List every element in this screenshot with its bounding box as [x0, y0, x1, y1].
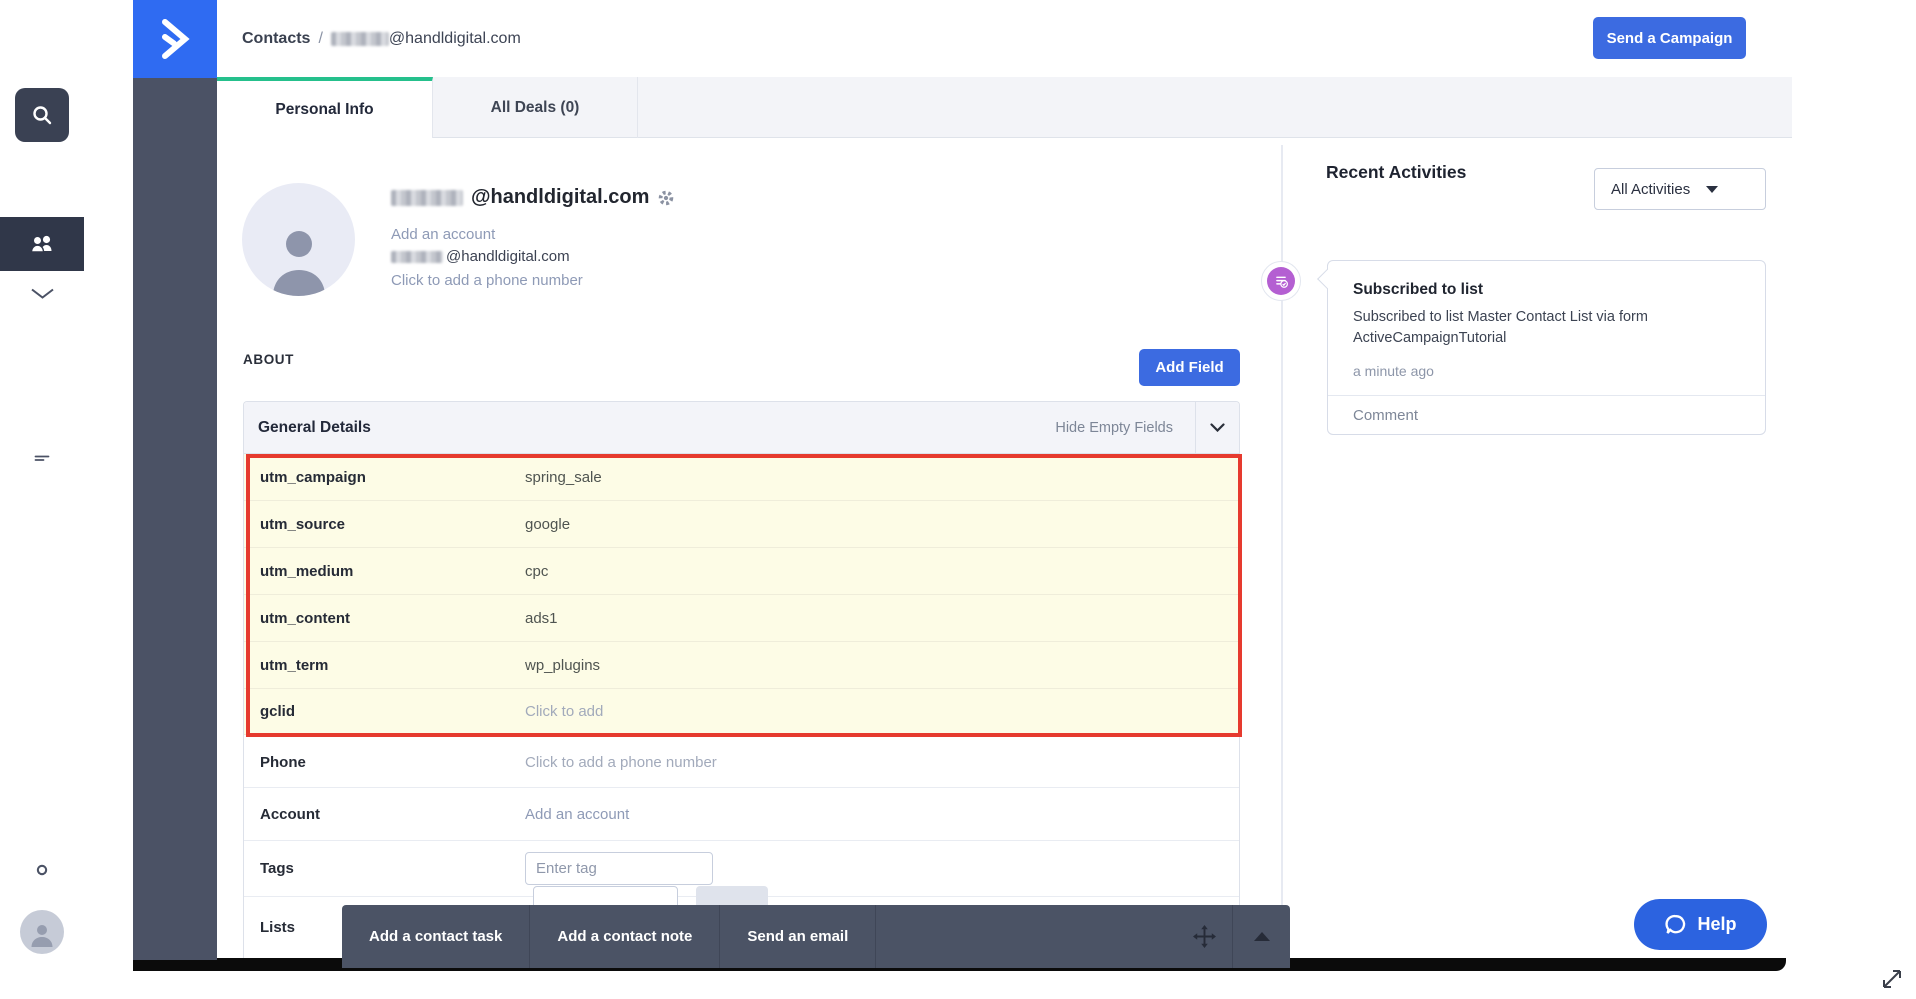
site-tracking-icon[interactable]	[0, 164, 84, 208]
add-account-link[interactable]: Add an account	[391, 226, 495, 243]
hide-empty-fields-button[interactable]: Hide Empty Fields	[1055, 420, 1173, 436]
help-label: Help	[1697, 914, 1736, 935]
search-icon[interactable]	[15, 88, 69, 142]
breadcrumb-separator: /	[318, 30, 322, 48]
collapse-action-bar-button[interactable]	[1232, 905, 1290, 968]
redacted-contact-name	[331, 32, 389, 46]
reports-icon[interactable]	[0, 659, 84, 703]
redacted-email-name	[391, 251, 443, 263]
field-value[interactable]: wp_plugins	[525, 657, 600, 674]
breadcrumb-contacts-link[interactable]: Contacts	[242, 30, 310, 48]
account-avatar[interactable]	[20, 910, 64, 954]
add-field-button[interactable]: Add Field	[1139, 349, 1240, 386]
field-label: utm_medium	[260, 563, 525, 580]
move-handle-icon[interactable]	[1176, 905, 1232, 968]
settings-gear-icon[interactable]	[0, 848, 84, 892]
redacted-contact-name	[391, 190, 463, 206]
automations-icon[interactable]	[0, 330, 84, 374]
subscribed-list-icon	[1267, 267, 1295, 295]
field-label: utm_campaign	[260, 469, 525, 486]
apps-icon[interactable]	[0, 793, 84, 837]
add-contact-task-button[interactable]: Add a contact task	[342, 905, 530, 968]
activity-comment-field[interactable]: Comment	[1328, 395, 1765, 434]
sidebar-item-contacts[interactable]	[0, 217, 84, 271]
contact-email: @handldigital.com	[391, 248, 570, 265]
field-row-account: Account Add an account	[244, 788, 1239, 841]
breadcrumb: Contacts / @handldigital.com	[242, 28, 521, 50]
deals-icon[interactable]: $	[0, 384, 84, 428]
chat-bubble-icon	[1664, 913, 1688, 937]
field-value[interactable]: cpc	[525, 563, 548, 580]
caret-down-icon	[1706, 186, 1718, 193]
campaigns-icon[interactable]	[0, 275, 84, 319]
activity-timeline-line	[1281, 145, 1283, 905]
activities-filter-dropdown[interactable]: All Activities	[1594, 168, 1766, 210]
website-icon[interactable]	[0, 605, 84, 649]
field-label: Account	[260, 806, 525, 823]
field-row-utm-campaign: utm_campaign spring_sale	[244, 454, 1239, 501]
activity-body: Subscribed to list Master Contact List v…	[1353, 307, 1713, 349]
tag-input[interactable]	[525, 852, 713, 885]
activity-type-badge	[1261, 261, 1301, 301]
about-heading: ABOUT	[243, 352, 294, 367]
contact-settings-gear-icon[interactable]	[657, 189, 675, 207]
triangle-up-icon	[1254, 932, 1270, 941]
add-phone-link[interactable]: Click to add a phone number	[391, 272, 583, 289]
general-details-header: General Details Hide Empty Fields	[244, 402, 1239, 454]
activecampaign-logo-icon[interactable]	[133, 0, 217, 78]
field-label: gclid	[260, 703, 525, 720]
contact-email-suffix: @handldigital.com	[446, 248, 570, 265]
activecampaign-contact-page: $ Contacts / @handldigital.com Send a Ca…	[0, 0, 1916, 999]
activities-filter-value: All Activities	[1611, 181, 1690, 198]
activity-card: Subscribed to list Subscribed to list Ma…	[1327, 260, 1766, 435]
contact-avatar	[242, 183, 355, 296]
lists-icon[interactable]	[0, 495, 84, 539]
tab-all-deals[interactable]: All Deals (0)	[433, 77, 638, 138]
field-label: utm_content	[260, 610, 525, 627]
field-row-utm-source: utm_source google	[244, 501, 1239, 548]
conversations-icon[interactable]	[0, 439, 84, 483]
field-row-phone: Phone Click to add a phone number	[244, 737, 1239, 788]
panel-title: General Details	[258, 419, 371, 437]
field-row-utm-content: utm_content ads1	[244, 595, 1239, 642]
recent-activities-heading: Recent Activities	[1326, 162, 1466, 183]
contact-action-bar: Add a contact task Add a contact note Se…	[342, 905, 1290, 968]
field-label: utm_term	[260, 657, 525, 674]
field-value[interactable]: google	[525, 516, 570, 533]
contact-title: @handldigital.com	[391, 186, 675, 209]
comment-placeholder: Comment	[1353, 407, 1418, 424]
collapse-panel-chevron-down-icon[interactable]	[1196, 423, 1239, 432]
field-label: Phone	[260, 754, 525, 771]
field-row-utm-term: utm_term wp_plugins	[244, 642, 1239, 689]
contact-title-suffix: @handldigital.com	[471, 186, 649, 209]
field-value[interactable]: spring_sale	[525, 469, 602, 486]
field-value[interactable]: ads1	[525, 610, 558, 627]
activity-timestamp: a minute ago	[1353, 363, 1434, 379]
tab-personal-info[interactable]: Personal Info	[217, 77, 433, 138]
send-email-button[interactable]: Send an email	[720, 905, 876, 968]
action-bar-spacer	[876, 905, 1176, 968]
field-value-placeholder[interactable]: Add an account	[525, 806, 629, 823]
field-value-placeholder[interactable]: Click to add	[525, 703, 603, 720]
send-campaign-button[interactable]: Send a Campaign	[1593, 17, 1746, 59]
field-row-utm-medium: utm_medium cpc	[244, 548, 1239, 595]
field-label: Tags	[260, 860, 525, 877]
activity-title: Subscribed to list	[1353, 281, 1483, 299]
field-row-gclid: gclid Click to add	[244, 689, 1239, 735]
help-button[interactable]: Help	[1634, 899, 1767, 950]
breadcrumb-contact-suffix: @handldigital.com	[389, 30, 521, 48]
sidebar-nav	[133, 0, 217, 960]
field-label: utm_source	[260, 516, 525, 533]
add-contact-note-button[interactable]: Add a contact note	[530, 905, 720, 968]
forms-icon[interactable]	[0, 549, 84, 593]
field-value-placeholder[interactable]: Click to add a phone number	[525, 754, 717, 771]
expand-resize-icon[interactable]	[1878, 965, 1906, 993]
